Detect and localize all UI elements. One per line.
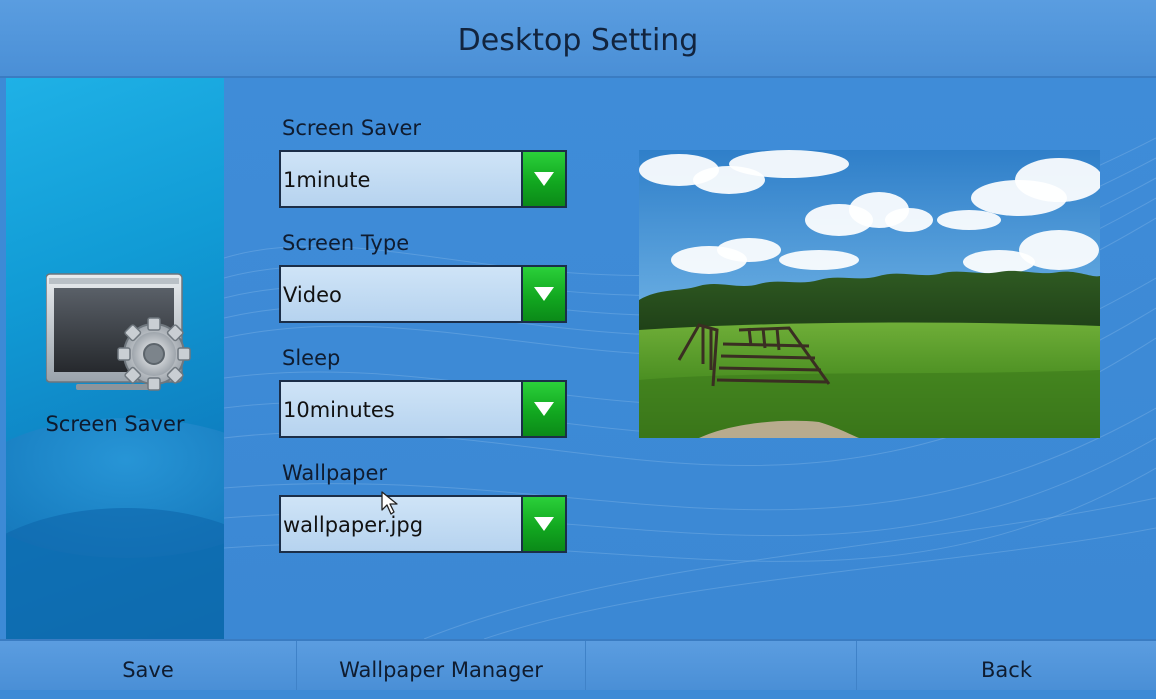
monitor-gear-icon[interactable] [45, 268, 194, 396]
mouse-cursor-icon [380, 490, 402, 520]
desktop-setting-screen: Desktop Setting Screen Saver Screen Save… [0, 0, 1156, 690]
screen-type-dropdown[interactable]: Video [279, 265, 567, 323]
screen-type-value: Video [283, 283, 342, 307]
screen-saver-label: Screen Saver [282, 116, 422, 140]
title-bar: Desktop Setting [0, 0, 1156, 78]
sidebar-label: Screen Saver [45, 412, 185, 436]
sidebar-wave-decoration-2 [6, 508, 224, 639]
wallpaper-label: Wallpaper [282, 461, 388, 485]
wallpaper-manager-button[interactable]: Wallpaper Manager [297, 641, 585, 690]
wallpaper-value: wallpaper.jpg [283, 513, 424, 537]
sidebar-panel: Screen Saver [6, 78, 224, 639]
screen-saver-value: 1minute [283, 168, 371, 192]
screen-type-label: Screen Type [282, 231, 410, 255]
chevron-down-icon[interactable] [521, 267, 565, 321]
page-title: Desktop Setting [457, 23, 699, 58]
bottom-toolbar: Save Wallpaper Manager Back [0, 639, 1156, 690]
save-button[interactable]: Save [0, 641, 296, 690]
chevron-down-icon[interactable] [521, 382, 565, 436]
sleep-label: Sleep [282, 346, 341, 370]
sleep-value: 10minutes [283, 398, 395, 422]
sleep-dropdown[interactable]: 10minutes [279, 380, 567, 438]
wallpaper-preview [639, 150, 1100, 438]
screen-saver-dropdown[interactable]: 1minute [279, 150, 567, 208]
chevron-down-icon[interactable] [521, 152, 565, 206]
back-button[interactable]: Back [857, 641, 1156, 690]
empty-toolbar-slot [586, 641, 856, 690]
wallpaper-dropdown[interactable]: wallpaper.jpg [279, 495, 567, 553]
chevron-down-icon[interactable] [521, 497, 565, 551]
